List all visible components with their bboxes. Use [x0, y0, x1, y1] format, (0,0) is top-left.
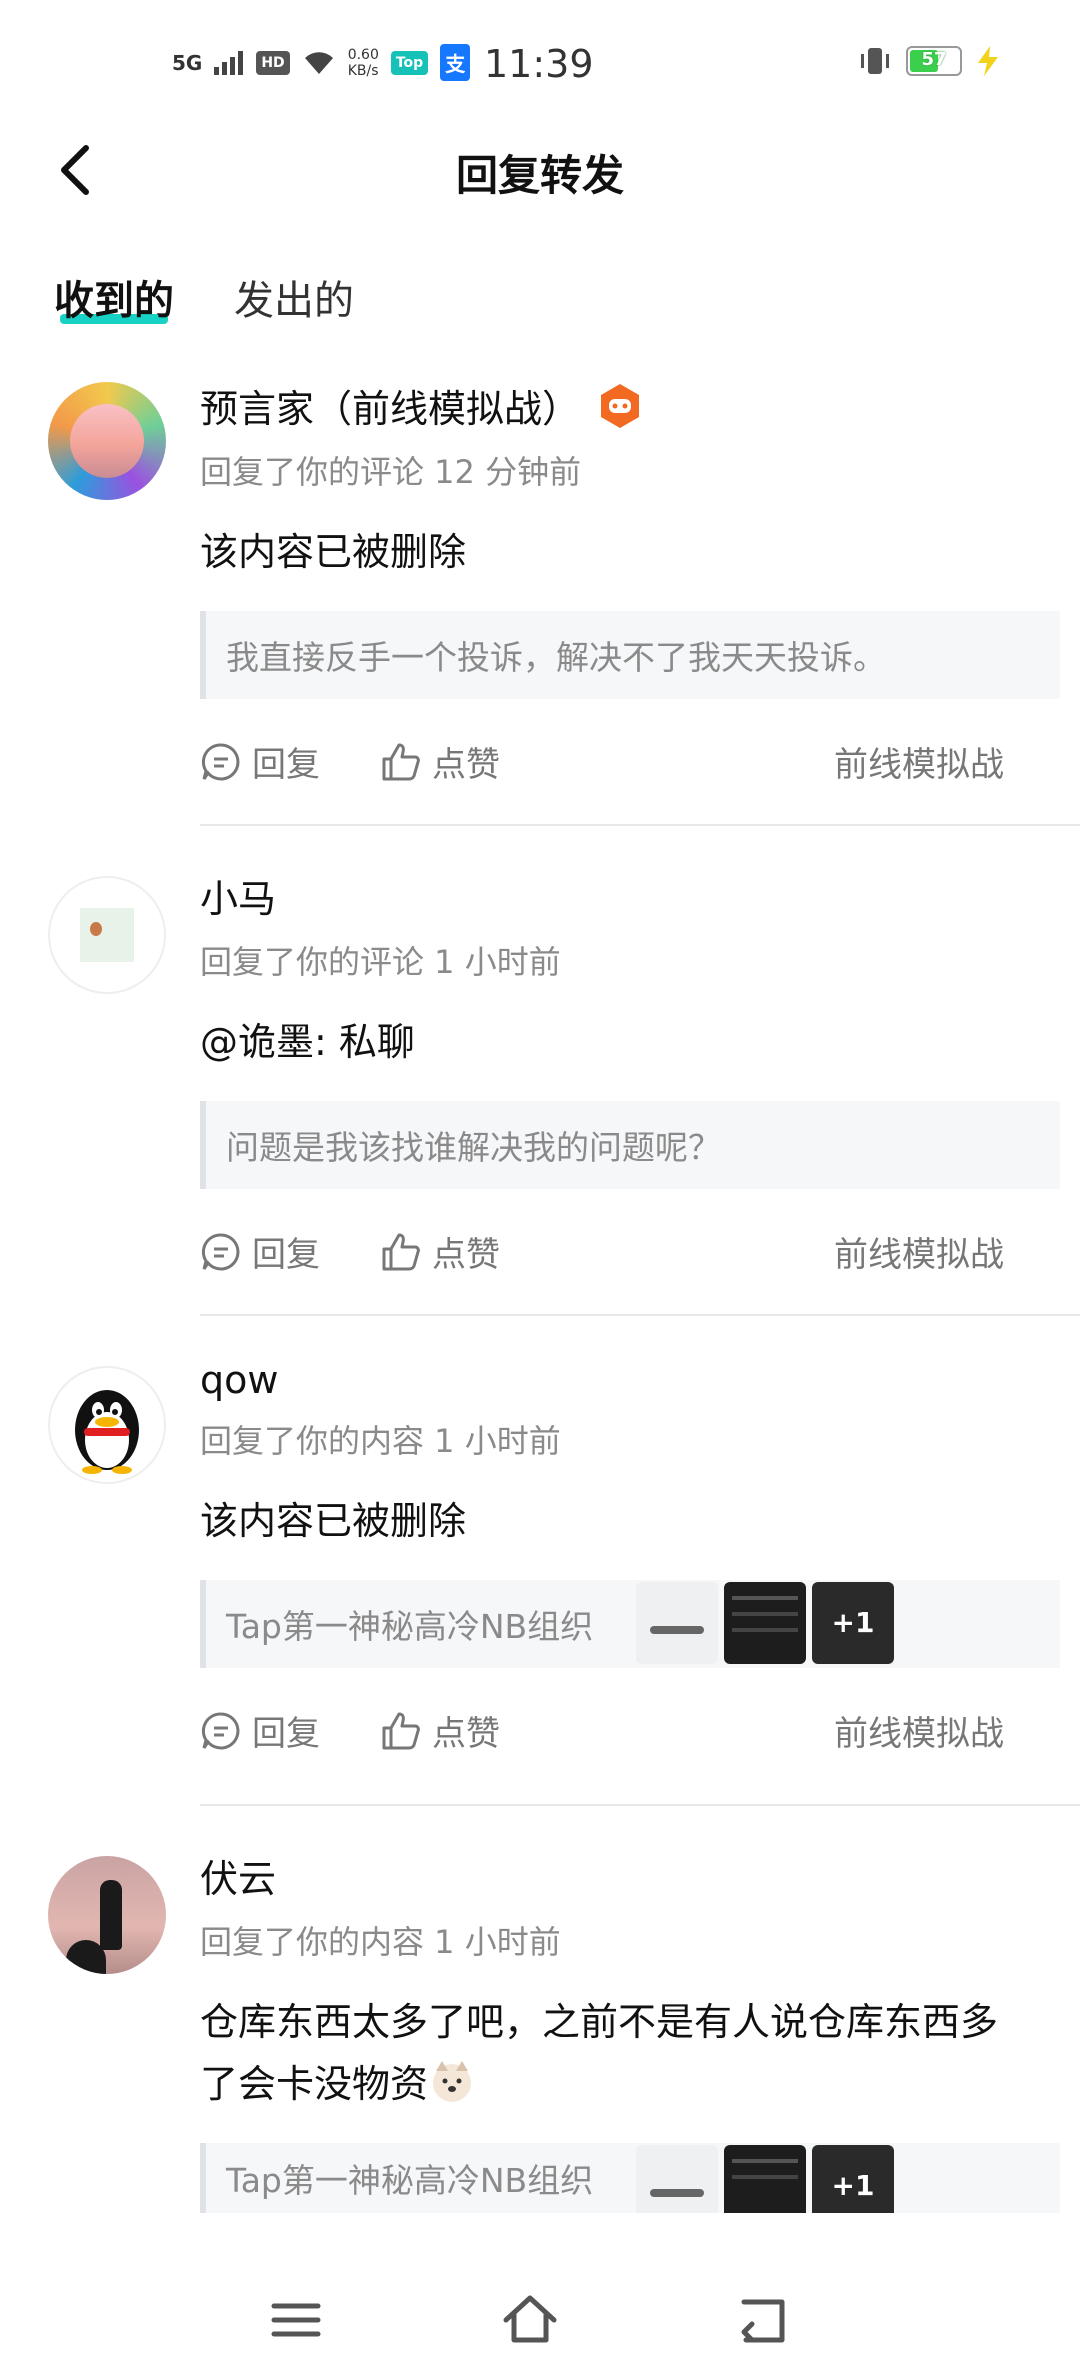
- network-indicator: 5G: [172, 50, 203, 75]
- status-left: 5G HD 0.60 KB/s Top 支: [172, 44, 471, 81]
- reply-text[interactable]: 该内容已被删除: [200, 1490, 1040, 1552]
- thumbs-up-icon: [382, 1233, 420, 1270]
- thumbs-up-icon: [382, 743, 420, 780]
- avatar[interactable]: [48, 1366, 166, 1484]
- divider: [200, 1804, 1080, 1806]
- comment-icon: [201, 1232, 240, 1270]
- reply-meta: 回复了你的内容 1 小时前: [200, 1923, 561, 1961]
- quoted-content[interactable]: Tap第一神秘高冷NB组织 +1: [200, 1580, 1060, 1668]
- thumbnail-image[interactable]: [724, 1582, 806, 1664]
- taptap-badge-icon: Top: [390, 50, 429, 75]
- reply-text[interactable]: 该内容已被删除: [200, 521, 1040, 583]
- reply-meta: 回复了你的内容 1 小时前: [200, 1422, 561, 1460]
- vibrate-icon: [861, 48, 889, 74]
- action-row: 回复 点赞 前线模拟战: [200, 1221, 1040, 1281]
- reply-text[interactable]: @诡墨: 私聊: [200, 1011, 1040, 1073]
- reply-button[interactable]: 回复: [200, 737, 320, 786]
- page-title: 回复转发: [455, 151, 624, 200]
- action-row: 回复 点赞 前线模拟战: [200, 1700, 1040, 1760]
- battery-level: 57: [921, 49, 947, 70]
- status-bar: 5G HD 0.60 KB/s Top 支 11:39 57: [0, 0, 1080, 120]
- thumbs-up-icon: [382, 1712, 420, 1749]
- quoted-text: Tap第一神秘高冷NB组织: [226, 1607, 594, 1646]
- topic-link[interactable]: 前线模拟战: [834, 1227, 1004, 1276]
- quoted-comment[interactable]: 我直接反手一个投诉，解决不了我天天投诉。: [200, 611, 1060, 699]
- tab-received[interactable]: 收到的: [54, 268, 174, 326]
- menu-icon[interactable]: [266, 2290, 326, 2350]
- like-label: 点赞: [432, 1714, 500, 1754]
- topic-link[interactable]: 前线模拟战: [834, 1706, 1004, 1755]
- reply-text-content: 仓库东西太多了吧，之前不是有人说仓库东西多了会卡没物资: [200, 2000, 999, 2106]
- like-button[interactable]: 点赞: [380, 1227, 500, 1276]
- system-nav-bar: [0, 2256, 1080, 2376]
- like-button[interactable]: 点赞: [380, 1706, 500, 1755]
- home-icon[interactable]: [500, 2290, 560, 2350]
- thumbnail-more[interactable]: +1: [812, 1582, 894, 1664]
- username[interactable]: 预言家（前线模拟战）: [200, 378, 580, 433]
- action-row: 回复 点赞 前线模拟战: [200, 731, 1040, 791]
- clock: 11:39: [484, 42, 594, 86]
- tab-sent[interactable]: 发出的: [234, 268, 354, 326]
- username[interactable]: 伏云: [200, 1848, 276, 1903]
- like-label: 点赞: [432, 745, 500, 785]
- speed-unit: KB/s: [347, 62, 379, 79]
- reply-button[interactable]: 回复: [200, 1706, 320, 1755]
- quoted-text: 问题是我该找谁解决我的问题呢？: [226, 1128, 721, 1167]
- more-count: +1: [831, 2169, 875, 2202]
- thumbnail-more[interactable]: +1: [812, 2145, 894, 2213]
- reply-label: 回复: [252, 1235, 320, 1275]
- like-button[interactable]: 点赞: [380, 737, 500, 786]
- avatar[interactable]: [48, 876, 166, 994]
- status-right: 57: [858, 46, 1000, 76]
- dog-emoji-icon: [433, 2061, 472, 2102]
- username[interactable]: 小马: [200, 868, 276, 923]
- quoted-content[interactable]: Tap第一神秘高冷NB组织 +1: [200, 2143, 1060, 2213]
- quoted-text: Tap第一神秘高冷NB组织: [226, 2161, 594, 2200]
- like-label: 点赞: [432, 1235, 500, 1275]
- reply-label: 回复: [252, 1714, 320, 1754]
- speed-value: 0.60: [347, 46, 379, 63]
- comment-icon: [201, 1711, 240, 1749]
- back-nav-icon[interactable]: [734, 2290, 794, 2350]
- penguin-icon: [75, 1390, 139, 1474]
- reply-label: 回复: [252, 745, 320, 785]
- hd-badge: HD: [256, 50, 290, 75]
- alipay-badge-icon: 支: [440, 44, 471, 81]
- charging-icon: [978, 46, 998, 76]
- game-badge-icon: [601, 383, 640, 428]
- more-count: +1: [831, 1606, 875, 1639]
- avatar[interactable]: [48, 382, 166, 500]
- divider: [200, 824, 1080, 826]
- thumbnail-strip: +1: [636, 1582, 894, 1664]
- quoted-comment[interactable]: 问题是我该找谁解决我的问题呢？: [200, 1101, 1060, 1189]
- quoted-text: 我直接反手一个投诉，解决不了我天天投诉。: [226, 638, 886, 677]
- tab-bar: 收到的 发出的: [54, 268, 354, 326]
- thumbnail-image[interactable]: [636, 2145, 718, 2213]
- comment-icon: [201, 742, 240, 780]
- reply-button[interactable]: 回复: [200, 1227, 320, 1276]
- network-speed: 0.60 KB/s: [348, 47, 379, 79]
- username[interactable]: qow: [200, 1358, 278, 1402]
- reply-meta: 回复了你的评论 1 小时前: [200, 943, 561, 981]
- battery-icon: 57: [906, 46, 962, 76]
- thumbnail-strip: +1: [636, 2145, 894, 2213]
- reply-text[interactable]: 仓库东西太多了吧，之前不是有人说仓库东西多了会卡没物资: [200, 1991, 1000, 2115]
- header: 回复转发: [0, 120, 1080, 220]
- thumbnail-image[interactable]: [636, 1582, 718, 1664]
- divider: [200, 1314, 1080, 1316]
- wifi-icon: [304, 51, 333, 74]
- reply-meta: 回复了你的评论 12 分钟前: [200, 453, 582, 491]
- signal-icon: [214, 50, 244, 75]
- topic-link[interactable]: 前线模拟战: [834, 737, 1004, 786]
- thumbnail-image[interactable]: [724, 2145, 806, 2213]
- avatar[interactable]: [48, 1856, 166, 1974]
